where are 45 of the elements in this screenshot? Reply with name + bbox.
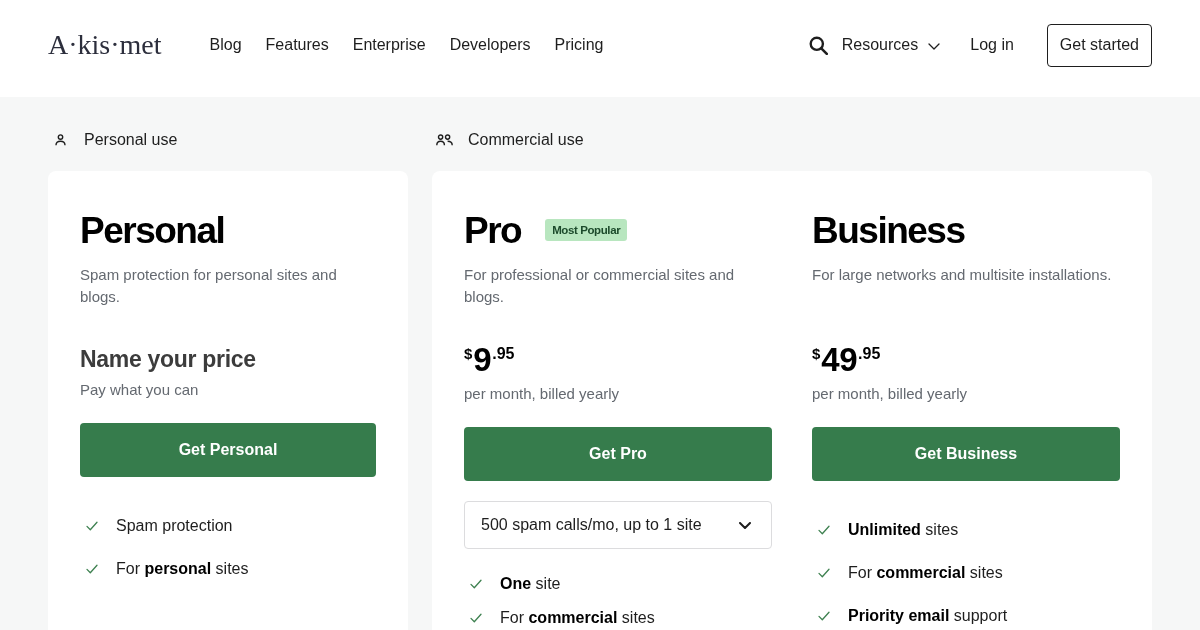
section-label: Personal use [84, 130, 178, 150]
nav-link[interactable]: Features [265, 35, 329, 55]
feature-item: One site [500, 574, 561, 594]
price-note: Pay what you can [80, 380, 200, 400]
feature-item: Spam protection [116, 516, 233, 536]
price-note: per month, billed yearly [812, 384, 969, 404]
feature-item: Priority email support [848, 606, 1008, 626]
get-plan-button[interactable]: Get Personal [80, 423, 376, 477]
caret-icon [928, 43, 941, 50]
nav-link[interactable]: Enterprise [352, 35, 426, 55]
check-icon [86, 521, 98, 531]
logo-wordmark[interactable]: A·kis·met [48, 29, 162, 61]
feature-item: For personal sites [116, 559, 249, 579]
plan-description: Spam protection for personal sites and blogs. [80, 265, 338, 307]
nav-link[interactable]: Developers [449, 35, 531, 55]
nav-link[interactable]: Pricing [554, 35, 604, 55]
get-plan-button[interactable]: Get Business [812, 427, 1120, 481]
plan-title: Business [812, 209, 965, 253]
check-icon [86, 564, 98, 574]
check-icon [818, 611, 830, 621]
check-icon [470, 579, 482, 589]
check-icon [470, 613, 482, 623]
plan-description: For large networks and multisite installations. [812, 265, 1113, 285]
popular-badge: Most Popular [545, 218, 628, 241]
tier-dropdown[interactable]: 500 spam calls/mo, up to 1 site [464, 501, 772, 549]
feature-item: Unlimited sites [848, 520, 959, 540]
nav-link[interactable]: Blog [209, 35, 242, 55]
feature-item: For commercial sites [500, 608, 655, 628]
get-plan-button[interactable]: Get Pro [464, 427, 772, 481]
search-icon[interactable] [808, 35, 828, 55]
plan-description: For professional or commercial sites and blogs. [464, 265, 736, 307]
get-started-button[interactable]: Get started [1046, 23, 1152, 67]
people-icon [435, 134, 453, 146]
caret-icon [739, 521, 751, 529]
check-icon [818, 525, 830, 535]
feature-item: For commercial sites [848, 563, 1003, 583]
price-note: per month, billed yearly [464, 384, 621, 404]
plan-title: Personal [80, 209, 225, 253]
login-link[interactable]: Log in [970, 35, 1014, 55]
price-heading: Name your price [80, 345, 257, 374]
person-icon [54, 134, 66, 146]
section-label: Commercial use [468, 130, 584, 150]
plan-title: Pro [464, 209, 522, 253]
check-icon [818, 568, 830, 578]
resources-menu[interactable]: Resources [841, 35, 941, 55]
